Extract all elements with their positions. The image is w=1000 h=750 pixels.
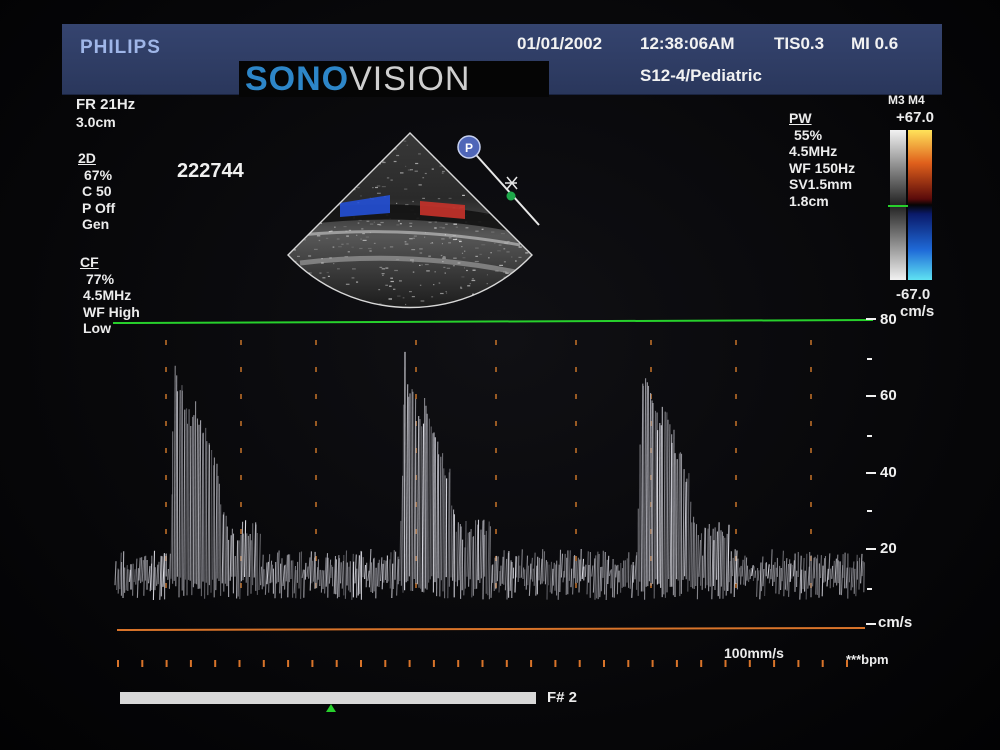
color-map-label: M3 M4	[888, 93, 925, 107]
frame-rate: FR 21Hz	[76, 96, 136, 113]
exam-time: 12:38:06AM	[640, 34, 735, 53]
timing-ticks	[117, 660, 848, 667]
cf-frequency: 4.5MHz	[83, 287, 132, 303]
pw-title: PW	[789, 110, 812, 126]
frame-number: F# 2	[547, 689, 578, 706]
axis-label-80: 80	[880, 311, 897, 328]
pw-gain: 55%	[794, 126, 823, 143]
svg-text:P: P	[465, 141, 473, 155]
pw-params: PW 55% 4.5MHz WF 150Hz SV1.5mm 1.8cm	[789, 110, 855, 209]
mi-value: MI 0.6	[851, 34, 899, 53]
pulse-wave-sample-gate-icon[interactable]: P	[455, 133, 545, 228]
probe-preset: S12-4/Pediatric	[640, 66, 762, 85]
velocity-grid-ticks	[165, 340, 872, 590]
watermark-part-1: SONO	[245, 60, 350, 98]
color-scale-unit: cm/s	[900, 303, 935, 320]
color-velocity-scale-bar	[888, 130, 932, 280]
watermark-part-2: VISION	[349, 60, 471, 98]
heart-rate: ***bpm	[846, 652, 889, 667]
color-scale-top: +67.0	[896, 109, 934, 126]
pw-wall-filter: WF 150Hz	[789, 159, 856, 176]
pw-sample-volume: SV1.5mm	[789, 176, 853, 192]
depth-value: 3.0cm	[76, 113, 116, 130]
baseline	[116, 627, 866, 631]
axis-label-20: 20	[880, 540, 897, 557]
baseline-unit: cm/s	[878, 614, 913, 631]
sweep-speed: 100mm/s	[724, 645, 784, 661]
twod-compression: C 50	[82, 183, 112, 199]
twod-persistence: P Off	[82, 199, 116, 216]
acquisition-params: FR 21Hz 3.0cm	[76, 96, 136, 130]
twod-params: 2D 67% C 50 P Off Gen	[78, 150, 115, 233]
watermark-logo: SONOVISION	[239, 61, 549, 97]
brand-logo: PHILIPS	[80, 37, 161, 58]
cf-title: CF	[80, 254, 99, 270]
pw-gate-depth: 1.8cm	[789, 192, 829, 209]
velocity-scale-line	[112, 319, 874, 324]
ultrasound-screen: PHILIPS 01/01/2002 12:38:06AM TIS0.3 MI …	[0, 0, 1000, 750]
exam-date: 01/01/2002	[517, 34, 603, 53]
cf-gain: 77%	[86, 270, 115, 287]
color-scale-bottom: -67.0	[896, 286, 931, 303]
patient-id: 222744	[177, 160, 244, 182]
frame-position-marker-icon[interactable]	[325, 703, 337, 713]
pw-frequency: 4.5MHz	[789, 143, 838, 159]
twod-mode: Gen	[82, 216, 110, 232]
twod-gain: 67%	[84, 166, 113, 183]
tis-value: TIS0.3	[774, 34, 825, 53]
doppler-spectrum-trace	[114, 351, 865, 601]
axis-label-60: 60	[880, 387, 897, 404]
axis-label-40: 40	[880, 464, 897, 481]
spectral-doppler-display	[112, 319, 874, 667]
twod-title: 2D	[78, 150, 96, 166]
